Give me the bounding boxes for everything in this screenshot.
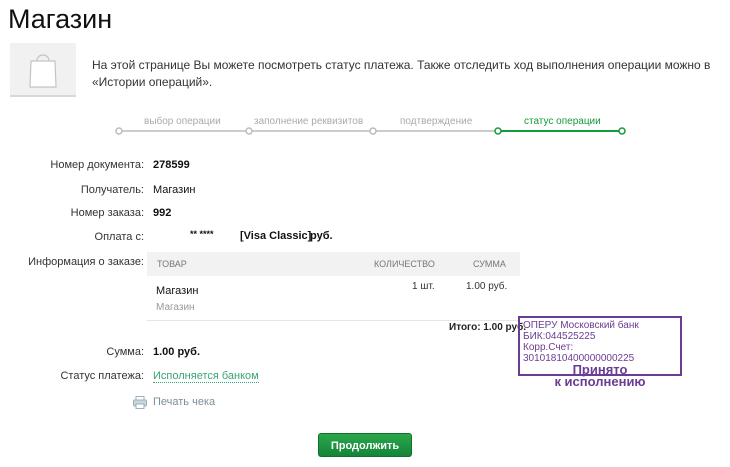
stamp-for-execution: к исполнению bbox=[554, 374, 646, 389]
item-subtitle: Магазин bbox=[156, 302, 195, 313]
step-dot bbox=[245, 127, 253, 135]
step-dot bbox=[369, 127, 377, 135]
col-header-sum: СУММА bbox=[473, 259, 506, 269]
printer-icon[interactable] bbox=[133, 396, 147, 414]
recipient-label: Получатель: bbox=[80, 184, 144, 196]
step-dot bbox=[618, 127, 626, 135]
stamp-bik: БИК:044525225 bbox=[523, 331, 596, 342]
stamp-bank-name: ОПЕРУ Московский банк bbox=[523, 320, 639, 331]
card-type: [Visa Classic] bbox=[240, 230, 312, 242]
card-currency: руб. bbox=[310, 230, 333, 242]
bank-stamp: ОПЕРУ Московский банк БИК:044525225 Корр… bbox=[518, 316, 682, 388]
stamp-corr-account: Корр.Счет: 30101810400000000225 bbox=[523, 342, 635, 364]
sum-value: 1.00 руб. bbox=[153, 346, 201, 358]
progress-steps: выбор операции заполнение реквизитов под… bbox=[0, 113, 730, 143]
step-confirmation: подтверждение bbox=[400, 116, 473, 127]
doc-number-label: Номер документа: bbox=[50, 159, 144, 171]
shopping-bag-icon bbox=[10, 43, 76, 97]
col-header-quantity: КОЛИЧЕСТВО bbox=[374, 259, 435, 269]
order-number-value: 992 bbox=[153, 207, 172, 219]
payment-status-label: Статус платежа: bbox=[60, 370, 144, 382]
step-dot bbox=[115, 127, 123, 135]
order-table: ТОВАР КОЛИЧЕСТВО СУММА Магазин Магазин 1… bbox=[147, 252, 520, 321]
step-fill-details: заполнение реквизитов bbox=[254, 116, 364, 127]
item-name: Магазин bbox=[156, 285, 199, 297]
item-quantity: 1 шт. bbox=[412, 281, 435, 292]
order-total: Итого: 1.00 руб. bbox=[449, 322, 527, 333]
continue-button[interactable]: Продолжить bbox=[318, 433, 412, 457]
paid-from-label: Оплата с: bbox=[94, 231, 144, 243]
payment-status-link[interactable]: Исполняется банком bbox=[153, 370, 259, 383]
col-header-product: ТОВАР bbox=[157, 259, 187, 269]
recipient-value: Магазин bbox=[153, 184, 196, 196]
step-operation-status: статус операции bbox=[524, 116, 601, 127]
table-header: ТОВАР КОЛИЧЕСТВО СУММА bbox=[147, 252, 520, 276]
doc-number-value: 278599 bbox=[153, 159, 190, 171]
table-row: Магазин Магазин 1 шт. 1.00 руб. bbox=[147, 276, 520, 321]
sum-label: Сумма: bbox=[106, 346, 144, 358]
order-info-label: Информация о заказе: bbox=[28, 256, 144, 268]
card-mask: ** **** bbox=[190, 229, 214, 239]
step-dot bbox=[494, 127, 502, 135]
page-title: Магазин bbox=[8, 4, 113, 34]
intro-text: На этой странице Вы можете посмотреть ст… bbox=[92, 58, 711, 89]
item-sum: 1.00 руб. bbox=[466, 281, 508, 292]
step-select-operation: выбор операции bbox=[144, 116, 221, 127]
print-receipt-link[interactable]: Печать чека bbox=[153, 396, 215, 408]
order-number-label: Номер заказа: bbox=[70, 207, 144, 219]
